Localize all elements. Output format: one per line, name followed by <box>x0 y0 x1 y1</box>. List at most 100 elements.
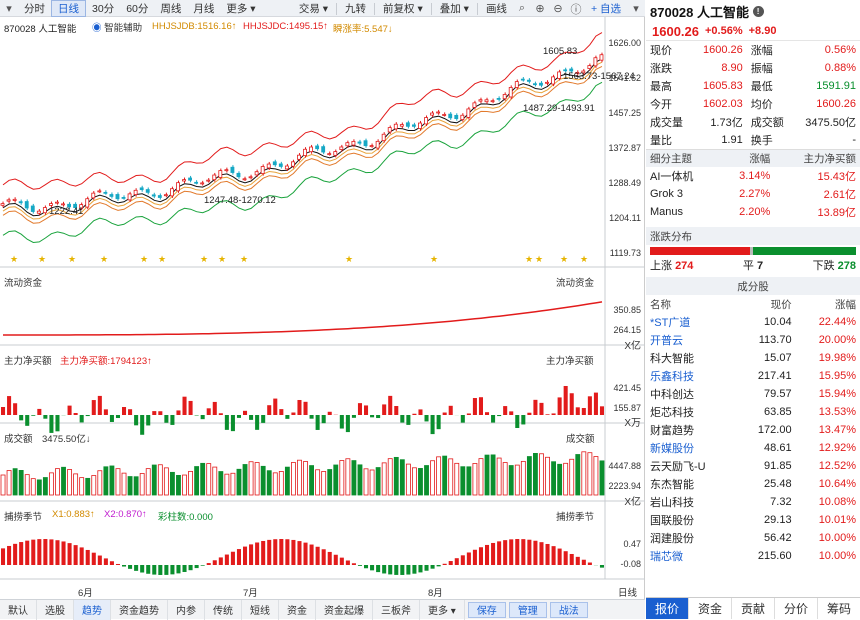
net-buy-bar <box>406 415 410 425</box>
tab-traditional[interactable]: 传统 <box>205 600 242 620</box>
tab-capital[interactable]: 资金 <box>689 598 732 619</box>
kline-chart[interactable]: ★★★★★★★★★★★★★★★ 870028 人工智能 ◉ 智能辅助 HHJSJ… <box>0 17 645 599</box>
component-row[interactable]: 东杰智能25.4810.64% <box>646 475 860 493</box>
component-row[interactable]: 岩山科技7.3210.08% <box>646 493 860 511</box>
component-row[interactable]: 国联股份29.1310.01% <box>646 511 860 529</box>
tab-fund-trend[interactable]: 资金趋势 <box>111 600 168 620</box>
component-row[interactable]: 新媒股份48.6112.92% <box>646 439 860 457</box>
strategy-button[interactable]: 战法 <box>550 602 588 618</box>
menu-icon[interactable]: ▾ <box>2 1 16 15</box>
season-bar <box>527 540 531 565</box>
zoom-in-icon[interactable]: ⊕ <box>533 2 547 16</box>
net-buy-bar <box>158 411 162 415</box>
smart-assist-toggle[interactable]: ◉ 智能辅助 <box>92 20 142 34</box>
net-buy-bar <box>521 415 525 424</box>
season-bar <box>582 560 586 565</box>
component-row[interactable]: 中科创达79.5715.94% <box>646 385 860 403</box>
tab-more-indicators[interactable]: 更多 ▾ <box>420 600 465 620</box>
net-buy-bar <box>412 414 416 415</box>
candle <box>594 58 597 66</box>
season-bar <box>219 557 223 565</box>
component-row[interactable]: 云天励飞-U91.8512.52% <box>646 457 860 475</box>
draw-line-button[interactable]: 画线 <box>480 0 513 17</box>
turnover-bar <box>285 467 289 495</box>
component-row[interactable]: 财富趋势172.0013.47% <box>646 421 860 439</box>
component-row[interactable]: 瑞芯微215.6010.00% <box>646 547 860 565</box>
turnover-bar <box>461 467 465 495</box>
candle <box>279 164 282 167</box>
net-buy-bar <box>201 415 205 419</box>
turnover-bar <box>443 456 447 495</box>
candle <box>406 123 409 127</box>
overlay-menu[interactable]: 叠加 ▾ <box>434 0 475 17</box>
turnover-bar <box>92 476 96 495</box>
net-buy-bar <box>388 396 392 415</box>
net-buy-bar <box>13 403 17 415</box>
stock-change: 10.64% <box>796 475 860 493</box>
tab-fenshi[interactable]: 分时 <box>18 0 51 17</box>
component-row[interactable]: 科大智能15.0719.98% <box>646 349 860 367</box>
fund-flow-unit: X亿 <box>624 337 641 352</box>
theme-row[interactable]: Grok 32.27%2.61亿 <box>646 185 860 203</box>
component-row[interactable]: 开普云113.7020.00% <box>646 331 860 349</box>
tab-chips[interactable]: 筹码 <box>818 598 860 619</box>
tab-more[interactable]: 更多 ▾ <box>220 0 261 17</box>
theme-row[interactable]: Manus2.20%13.89亿 <box>646 203 860 221</box>
month-label: 6月 <box>78 585 93 599</box>
jiuzhuan-button[interactable]: 九转 <box>339 0 372 17</box>
adjust-menu[interactable]: 前复权 ▾ <box>377 0 429 17</box>
net-buy-bar <box>122 407 126 415</box>
indicator-tabs: 默认 选股 趋势 资金趋势 内参 传统 短线 资金 资金起爆 三板斧 更多 ▾ … <box>0 599 645 619</box>
search-icon[interactable]: ⌕ <box>515 2 529 16</box>
tab-weekly[interactable]: 周线 <box>154 0 187 17</box>
candle <box>388 128 391 132</box>
dropdown-icon[interactable]: ▾ <box>629 2 643 16</box>
tab-short[interactable]: 短线 <box>242 600 279 620</box>
component-row[interactable]: 乐鑫科技217.4115.95% <box>646 367 860 385</box>
season-bar <box>304 543 308 565</box>
season-bar <box>388 565 392 574</box>
tab-select-stock[interactable]: 选股 <box>37 600 74 620</box>
tab-contribution[interactable]: 贡献 <box>732 598 775 619</box>
candle <box>352 141 355 145</box>
tab-daily[interactable]: 日线 <box>51 0 86 17</box>
tab-insider[interactable]: 内参 <box>168 600 205 620</box>
manage-button[interactable]: 管理 <box>509 602 547 618</box>
candle <box>455 115 458 118</box>
season-bar <box>170 565 174 574</box>
tab-funds[interactable]: 资金 <box>279 600 316 620</box>
tab-default[interactable]: 默认 <box>0 600 37 620</box>
star-marker: ★ <box>580 254 588 264</box>
component-row[interactable]: 炬芯科技63.8513.53% <box>646 403 860 421</box>
info-icon[interactable]: ⓘ <box>569 2 583 16</box>
stock-price: 25.48 <box>736 475 795 493</box>
season-tick: 0.47 <box>623 539 641 549</box>
tab-three-axe[interactable]: 三板斧 <box>373 600 420 620</box>
season-bar <box>497 541 501 565</box>
tab-fund-burst[interactable]: 资金起爆 <box>316 600 373 620</box>
theme-row[interactable]: AI一体机3.14%15.43亿 <box>646 167 860 185</box>
turnover-bar <box>533 453 537 495</box>
turnover-bar <box>485 455 489 495</box>
tab-quote[interactable]: 报价 <box>646 598 689 619</box>
component-row[interactable]: 润建股份56.4210.00% <box>646 529 860 547</box>
info-icon[interactable]: ! <box>753 6 764 17</box>
save-button[interactable]: 保存 <box>468 602 506 618</box>
net-buy-bar <box>255 415 259 430</box>
add-watchlist-button[interactable]: + 自选 <box>585 0 627 17</box>
tab-price-distribution[interactable]: 分价 <box>775 598 818 619</box>
component-row[interactable]: *ST广道10.0422.44% <box>646 313 860 331</box>
turnover-bar <box>552 462 556 495</box>
main-net-title-right: 主力净买额 <box>546 353 594 367</box>
turnover-bar <box>225 474 229 495</box>
tab-60min[interactable]: 60分 <box>120 0 154 17</box>
tab-monthly[interactable]: 月线 <box>187 0 220 17</box>
trade-menu[interactable]: 交易 ▾ <box>293 0 334 17</box>
turnover-bar <box>43 478 47 495</box>
candle <box>515 82 518 88</box>
zoom-out-icon[interactable]: ⊖ <box>551 2 565 16</box>
stock-change: 15.94% <box>796 385 860 403</box>
candle <box>431 113 434 115</box>
tab-trend[interactable]: 趋势 <box>74 600 111 620</box>
tab-30min[interactable]: 30分 <box>86 0 120 17</box>
